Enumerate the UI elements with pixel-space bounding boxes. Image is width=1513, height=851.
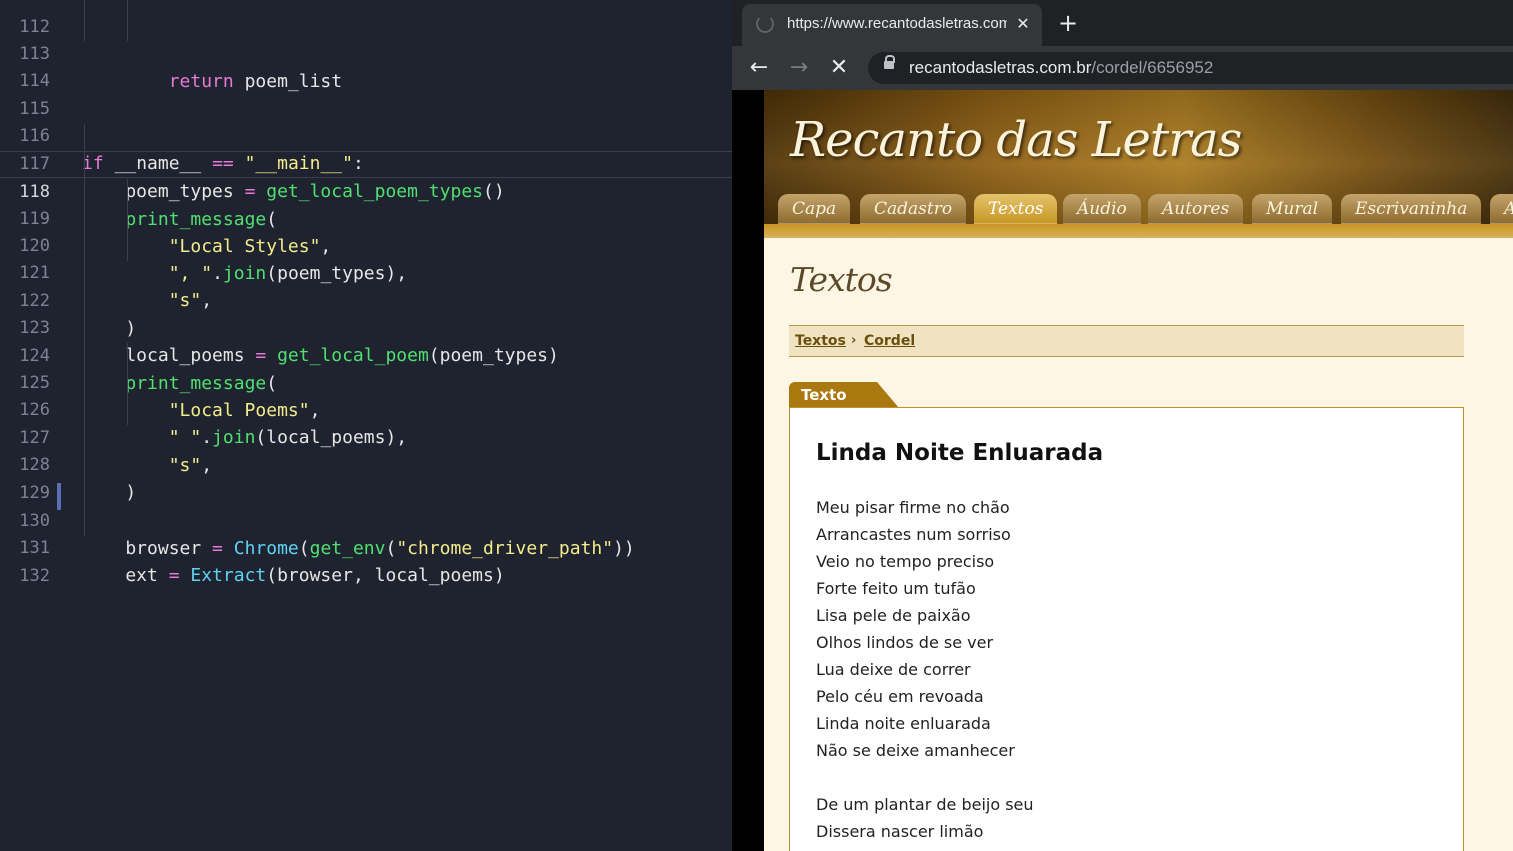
breadcrumb-link-textos[interactable]: Textos: [795, 333, 846, 349]
code-line[interactable]: 115: [0, 69, 732, 119]
code-line[interactable]: 132: [0, 536, 732, 586]
code-line[interactable]: 117 poem_types = get_local_poem_types(): [0, 124, 732, 202]
code-line[interactable]: 128 ): [0, 425, 732, 503]
browser-toolbar: ← → ✕ recantodasletras.com.br/cordel/665…: [732, 46, 1513, 90]
tab-strip: https://www.recantodasletras.com.br/cord…: [732, 0, 1513, 46]
close-icon[interactable]: ✕: [1012, 13, 1034, 35]
breadcrumb-separator: ›: [851, 333, 857, 348]
poem-box: Linda Noite Enluarada Meu pisar firme no…: [789, 407, 1464, 851]
section-title: Textos: [790, 260, 893, 299]
breadcrumb: Textos › Cordel: [789, 325, 1464, 357]
poem-title: Linda Noite Enluarada: [816, 440, 1104, 466]
indent-guide: [127, 179, 128, 261]
loading-spinner-icon: [756, 15, 774, 33]
lock-icon[interactable]: [884, 55, 895, 69]
code-text: ext = Extract(browser, local_poems): [82, 565, 505, 586]
nav-tab-more[interactable]: A: [1490, 194, 1513, 224]
nav-tab-cadastro[interactable]: Cadastro: [860, 194, 967, 224]
indent-guide: [127, 343, 128, 425]
stop-loading-icon[interactable]: ✕: [826, 55, 852, 81]
code-line[interactable]: 120 ", ".join(poem_types),: [0, 206, 732, 284]
line-number: 132: [19, 566, 50, 586]
indent-guide: [84, 124, 85, 536]
code-line[interactable]: 119 "Local Styles",: [0, 179, 732, 257]
code-line[interactable]: 125 "Local Poems",: [0, 343, 732, 421]
page-viewport[interactable]: Recanto das Letras Capa Cadastro Textos …: [732, 90, 1513, 851]
poem-verse: Meu pisar firme no chão: [816, 498, 1010, 517]
poem-verse: Lua deixe de correr: [816, 660, 971, 679]
code-editor[interactable]: 112 113 return poem_list 114 115 116 if …: [0, 0, 732, 851]
code-line-current[interactable]: 118 print_message(: [0, 151, 732, 230]
poem-verse: De um plantar de beijo seu: [816, 795, 1034, 814]
plus-icon[interactable]: +: [1055, 10, 1081, 36]
code-line[interactable]: 113 return poem_list: [0, 14, 732, 92]
poem-verse: Não se deixe amanhecer: [816, 741, 1015, 760]
tab-title: https://www.recantodasletras.com.br/cord…: [787, 15, 1007, 32]
poem-verse: Olhos lindos de se ver: [816, 633, 994, 652]
poem-verse: Pelo céu em revoada: [816, 687, 984, 706]
code-line[interactable]: 114: [0, 41, 732, 91]
indent-guide: [127, 0, 128, 41]
code-line[interactable]: 122 ): [0, 261, 732, 339]
arrow-right-icon[interactable]: →: [786, 55, 812, 81]
arrow-left-icon[interactable]: ←: [746, 55, 772, 81]
header-band: [764, 224, 1513, 238]
poem-verse: Forte feito um tufão: [816, 579, 976, 598]
poem-verse: Dissera nascer limão: [816, 822, 984, 841]
code-line[interactable]: 130 browser = Chrome(get_env("chrome_dri…: [0, 481, 732, 559]
nav-tab-textos[interactable]: Textos: [974, 194, 1058, 224]
indent-guide: [84, 0, 85, 41]
code-line[interactable]: 121 "s",: [0, 233, 732, 311]
poem-verse: Lisa pele de paixão: [816, 606, 971, 625]
poem-verse: Arrancastes num sorriso: [816, 525, 1011, 544]
address-bar[interactable]: recantodasletras.com.br/cordel/6656952: [868, 52, 1513, 84]
nav-tab-capa[interactable]: Capa: [778, 194, 851, 224]
site-logo[interactable]: Recanto das Letras: [790, 112, 1242, 168]
content-tab-texto: Texto: [789, 382, 899, 408]
breadcrumb-link-cordel[interactable]: Cordel: [864, 333, 915, 349]
site-header: Recanto das Letras Capa Cadastro Textos …: [764, 90, 1513, 238]
code-line[interactable]: 126 " ".join(local_poems),: [0, 370, 732, 448]
url-text[interactable]: recantodasletras.com.br/cordel/6656952: [909, 58, 1213, 78]
poem-verse: Linda noite enluarada: [816, 714, 991, 733]
nav-tab-mural[interactable]: Mural: [1252, 194, 1333, 224]
code-line[interactable]: 131 ext = Extract(browser, local_poems): [0, 508, 732, 586]
poem-verse: Veio no tempo preciso: [816, 552, 995, 571]
browser-window: https://www.recantodasletras.com.br/cord…: [732, 0, 1513, 851]
code-line[interactable]: 112: [0, 0, 732, 37]
code-line[interactable]: 124 print_message(: [0, 316, 732, 394]
code-line[interactable]: 127 "s",: [0, 398, 732, 476]
website: Recanto das Letras Capa Cadastro Textos …: [764, 90, 1513, 851]
browser-tab[interactable]: https://www.recantodasletras.com.br/cord…: [742, 4, 1042, 46]
code-line[interactable]: 123 local_poems = get_local_poem(poem_ty…: [0, 288, 732, 366]
code-line[interactable]: 129: [0, 453, 732, 503]
code-line[interactable]: 116 if __name__ == "__main__":: [0, 96, 732, 174]
nav-tab-escrivaninha[interactable]: Escrivaninha: [1341, 194, 1482, 224]
nav-tab-audio[interactable]: Áudio: [1063, 194, 1141, 224]
nav-tab-autores[interactable]: Autores: [1148, 194, 1244, 224]
